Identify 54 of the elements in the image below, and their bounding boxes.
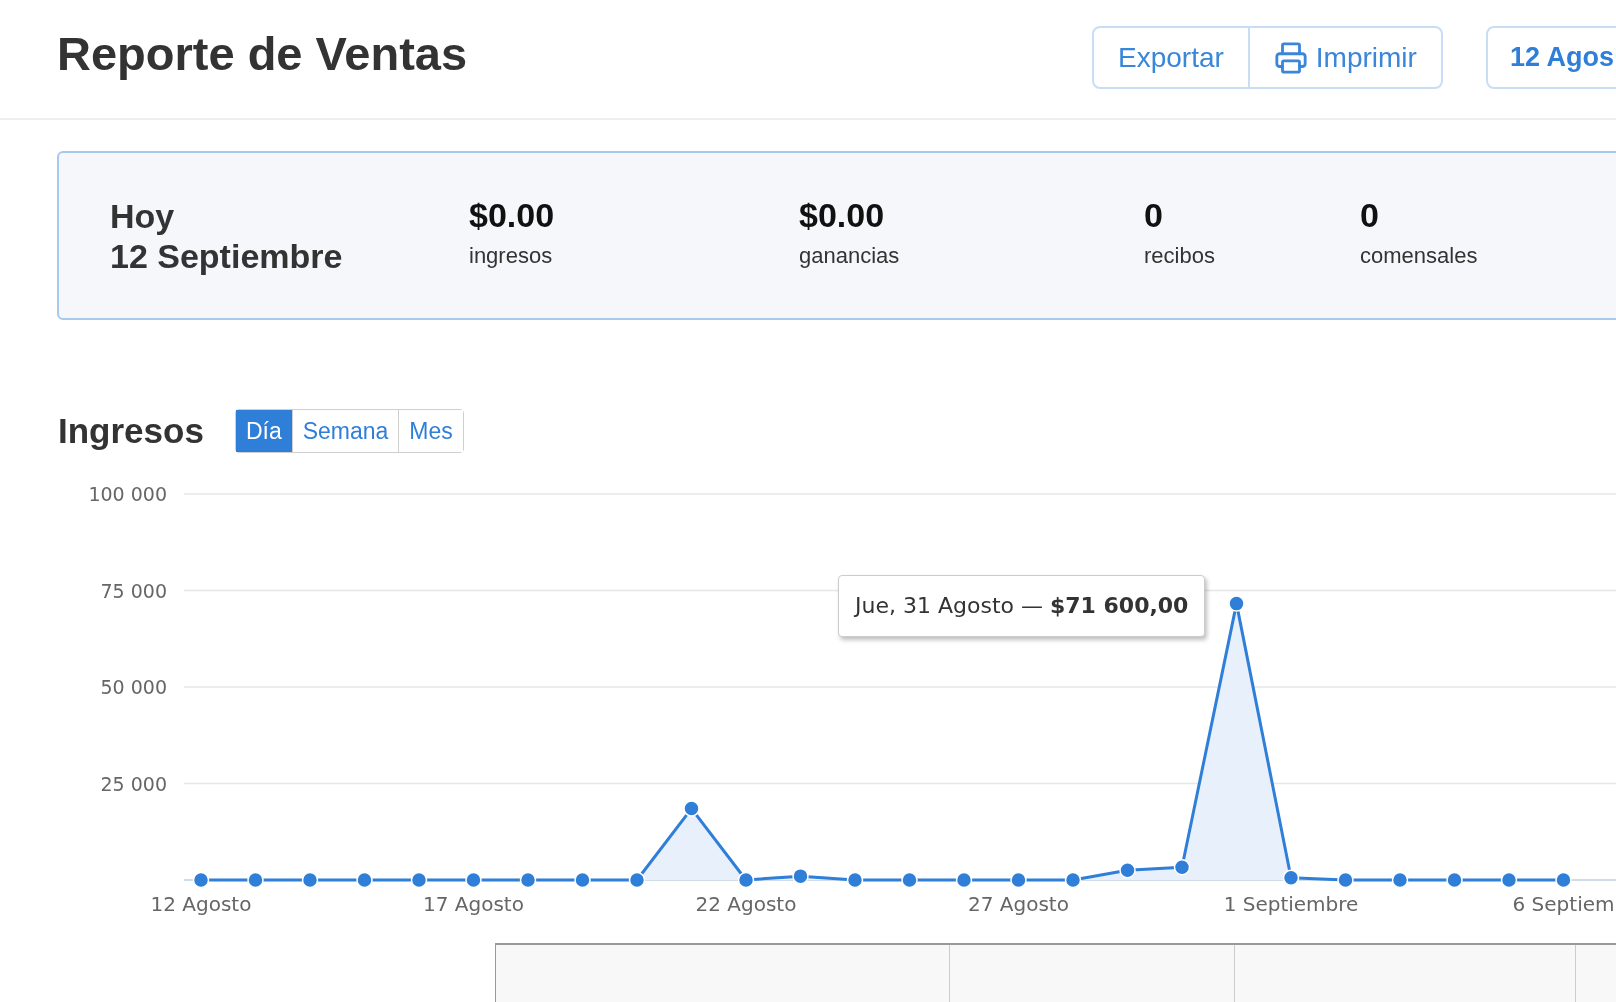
- chart-tooltip: Jue, 31 Agosto — $71 600,00: [838, 574, 1206, 637]
- printer-icon: [1273, 40, 1308, 75]
- data-point[interactable]: [683, 799, 700, 817]
- x-axis-label: 17 Agosto: [423, 891, 524, 916]
- y-axis-label: 75 000: [100, 579, 167, 601]
- data-point[interactable]: [901, 871, 918, 888]
- data-point[interactable]: [628, 871, 646, 888]
- data-point[interactable]: [1010, 871, 1027, 888]
- data-point[interactable]: [737, 871, 755, 888]
- stat-label: comensales: [1360, 241, 1479, 270]
- page-title: Reporte de Ventas: [57, 25, 469, 82]
- data-point[interactable]: [1500, 871, 1518, 888]
- day-label: Hoy: [110, 195, 176, 236]
- y-axis-label: 100 000: [88, 482, 167, 505]
- data-point[interactable]: [574, 871, 591, 888]
- export-button[interactable]: Exportar: [1094, 28, 1248, 87]
- data-point[interactable]: [1555, 871, 1572, 888]
- data-point[interactable]: [1446, 871, 1463, 888]
- period-tab[interactable]: Día: [235, 410, 292, 453]
- data-point[interactable]: [465, 871, 482, 888]
- data-point[interactable]: [1228, 594, 1245, 612]
- y-axis-label: 25 000: [100, 772, 167, 794]
- data-point[interactable]: [301, 871, 319, 888]
- stat-label: ganancias: [799, 241, 901, 270]
- data-point[interactable]: [1064, 871, 1082, 888]
- data-point[interactable]: [247, 871, 264, 888]
- x-axis-label: 22 Agosto: [695, 891, 797, 916]
- data-point[interactable]: [356, 871, 373, 888]
- stat-value: 0: [1144, 194, 1164, 235]
- data-point[interactable]: [1391, 871, 1409, 888]
- stat-label: recibos: [1144, 241, 1216, 270]
- print-button[interactable]: Imprimir: [1247, 28, 1441, 87]
- stat-value: $0.00: [469, 194, 556, 235]
- data-point[interactable]: [192, 871, 210, 888]
- data-point[interactable]: [1337, 871, 1354, 888]
- y-axis-label: 50 000: [100, 675, 167, 698]
- data-point[interactable]: [792, 867, 809, 884]
- date-range-button[interactable]: 12 Agos: [1485, 26, 1616, 89]
- x-axis-label: 12 Agosto: [150, 891, 252, 916]
- x-axis-label: 6 Septiem: [1512, 891, 1615, 916]
- stat-label: ingresos: [469, 241, 554, 270]
- x-axis-label: 1 Septiembre: [1223, 891, 1359, 916]
- stat-value: $0.00: [799, 194, 886, 235]
- period-tab[interactable]: Mes: [398, 410, 463, 453]
- stat-value: 0: [1360, 194, 1380, 235]
- x-axis-label: 27 Agosto: [968, 891, 1069, 916]
- data-point[interactable]: [955, 871, 973, 888]
- date-label: 12 Septiembre: [110, 235, 344, 276]
- data-point[interactable]: [1119, 861, 1136, 879]
- data-point[interactable]: [410, 871, 428, 888]
- data-point[interactable]: [1173, 858, 1191, 875]
- data-point[interactable]: [846, 871, 864, 888]
- data-point[interactable]: [519, 871, 537, 888]
- section-title: Ingresos: [58, 410, 204, 452]
